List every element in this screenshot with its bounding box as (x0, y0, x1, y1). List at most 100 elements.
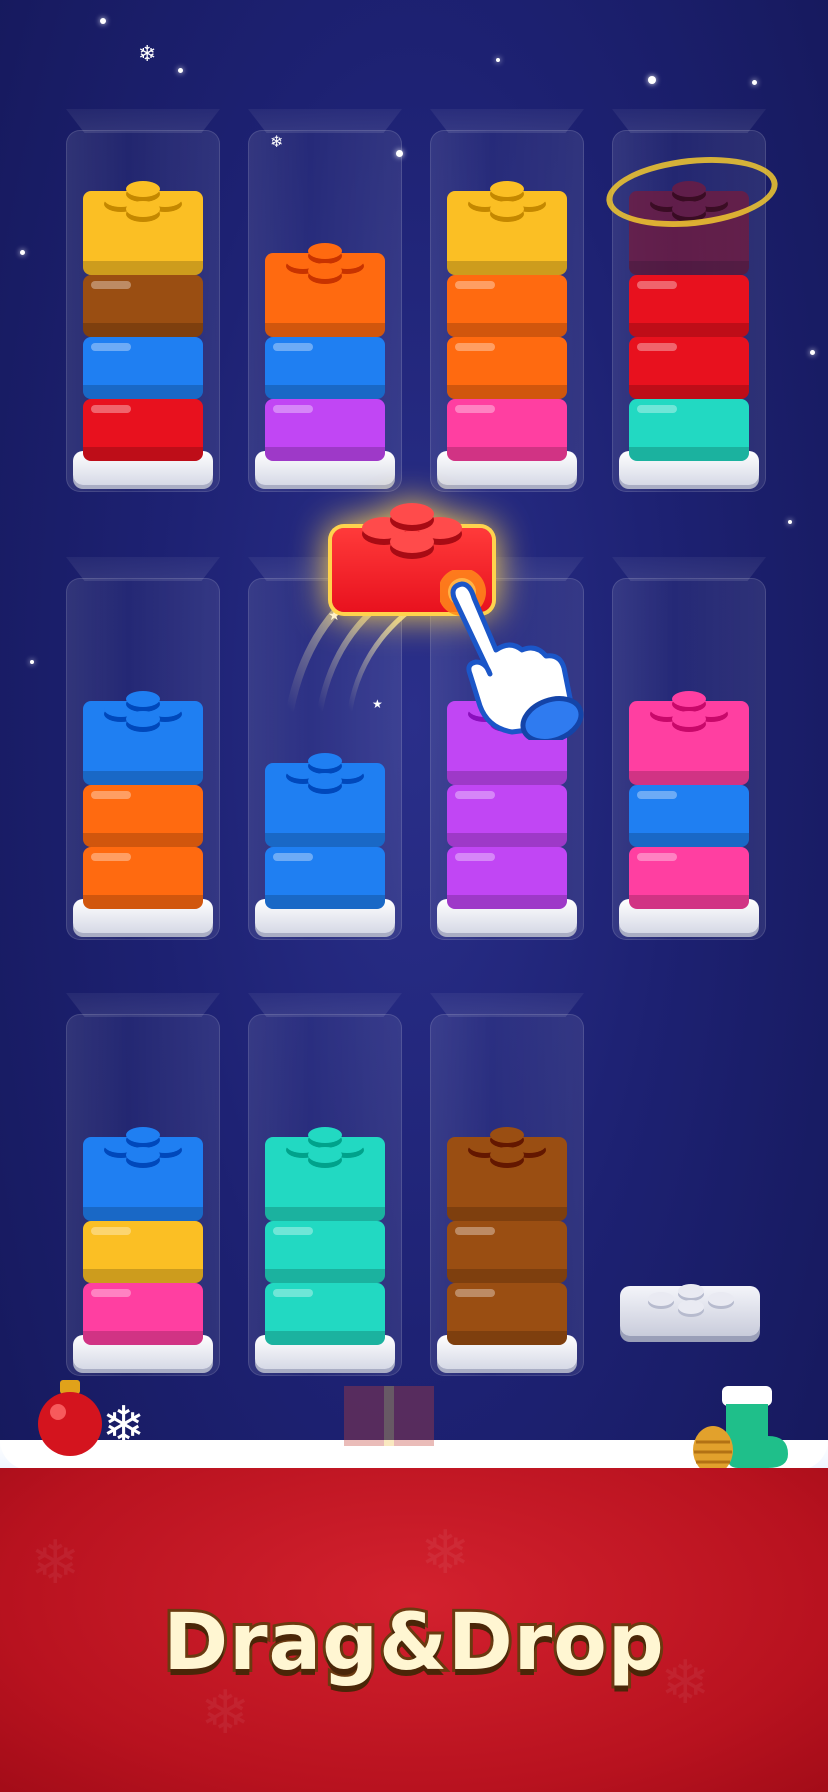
brick-shine (637, 343, 677, 351)
brick-shade (447, 1269, 567, 1283)
brick-shade (265, 385, 385, 399)
stud-top (126, 711, 160, 727)
brick-purple[interactable] (447, 847, 567, 909)
tube-row1-col1[interactable] (66, 109, 220, 492)
brick-shade (83, 895, 203, 909)
brick-teal[interactable] (265, 1127, 385, 1221)
brick-shine (273, 1289, 313, 1297)
tube-cap (248, 109, 402, 133)
brick-shade (447, 833, 567, 847)
brick-purple[interactable] (265, 399, 385, 461)
brick-orange[interactable] (83, 847, 203, 909)
brick-red[interactable] (629, 275, 749, 337)
brick-shine (91, 1227, 131, 1235)
brick-shade (83, 771, 203, 785)
brick-shade (629, 261, 749, 275)
brick-shade (265, 1331, 385, 1345)
brick-blue[interactable] (629, 785, 749, 847)
brick-shade (629, 771, 749, 785)
stud-top (126, 1147, 160, 1163)
brick-brown[interactable] (447, 1221, 567, 1283)
brick-studs (447, 181, 567, 229)
star (20, 250, 25, 255)
brick-orange[interactable] (447, 337, 567, 399)
brick-orange[interactable] (83, 785, 203, 847)
brick-shade (447, 323, 567, 337)
star (648, 76, 656, 84)
tube-cap (66, 109, 220, 133)
game-board: ❄ ❄ ★ ★ (0, 0, 828, 1792)
brick-pink[interactable] (83, 1283, 203, 1345)
brick-brown[interactable] (447, 1283, 567, 1345)
tube-row2-col1[interactable] (66, 557, 220, 940)
brick-shine (455, 281, 495, 289)
stud-top (126, 691, 160, 707)
brick-blue[interactable] (265, 753, 385, 847)
brick-yellow[interactable] (447, 181, 567, 275)
brick-studs (83, 181, 203, 229)
christmas-ornament-icon (38, 1380, 102, 1456)
brick-red[interactable] (629, 337, 749, 399)
brick-shade (629, 385, 749, 399)
brick-teal[interactable] (265, 1221, 385, 1283)
stud-top (126, 1127, 160, 1143)
snowflake-icon: ❄ (102, 1396, 146, 1456)
brick-shade (447, 261, 567, 275)
brick-orange[interactable] (447, 275, 567, 337)
brick-shade (83, 385, 203, 399)
brick-blue[interactable] (265, 337, 385, 399)
brick-shine (637, 853, 677, 861)
brick-teal[interactable] (629, 399, 749, 461)
stud-top (490, 201, 524, 217)
brick-shine (273, 853, 313, 861)
tube-cap (430, 109, 584, 133)
stud-top (308, 753, 342, 769)
tube-row1-col2[interactable] (248, 109, 402, 492)
brick-studs (83, 1127, 203, 1175)
brick-shade (265, 1269, 385, 1283)
tube-row2-col4[interactable] (612, 557, 766, 940)
brick-red[interactable] (83, 399, 203, 461)
brick-shade (447, 771, 567, 785)
brick-studs (265, 753, 385, 801)
brick-shine (91, 281, 131, 289)
dragged-brick-studs (362, 503, 462, 559)
brick-brown[interactable] (83, 275, 203, 337)
brick-purple[interactable] (447, 785, 567, 847)
stud-top (126, 201, 160, 217)
tube-row1-col3[interactable] (430, 109, 584, 492)
star (788, 520, 792, 524)
brick-shade (629, 447, 749, 461)
tube-row3-col1[interactable] (66, 993, 220, 1376)
brick-blue[interactable] (83, 691, 203, 785)
brick-shade (83, 833, 203, 847)
brick-yellow[interactable] (83, 181, 203, 275)
pointing-hand-icon (440, 570, 584, 740)
brick-shade (447, 895, 567, 909)
brick-orange[interactable] (265, 243, 385, 337)
brick-shine (637, 791, 677, 799)
brick-pink[interactable] (629, 691, 749, 785)
snowflake-icon: ❄ (420, 1518, 471, 1588)
stud-top (672, 711, 706, 727)
brick-brown[interactable] (447, 1127, 567, 1221)
brick-pink[interactable] (629, 847, 749, 909)
stud-top (308, 1127, 342, 1143)
plate-stud (678, 1300, 704, 1314)
star (100, 18, 106, 24)
tube-row3-col3[interactable] (430, 993, 584, 1376)
snowflake-icon: ❄ (138, 42, 157, 67)
stud-top (490, 1147, 524, 1163)
brick-blue[interactable] (265, 847, 385, 909)
brick-yellow[interactable] (83, 1221, 203, 1283)
brick-pink[interactable] (447, 399, 567, 461)
brick-blue[interactable] (83, 1127, 203, 1221)
page-title: Drag&Drop (160, 1595, 666, 1691)
brick-blue[interactable] (83, 337, 203, 399)
tube-row3-col2[interactable] (248, 993, 402, 1376)
brick-studs (629, 691, 749, 739)
brick-shine (455, 791, 495, 799)
empty-tube-base[interactable] (620, 1284, 760, 1336)
brick-shade (83, 323, 203, 337)
brick-teal[interactable] (265, 1283, 385, 1345)
